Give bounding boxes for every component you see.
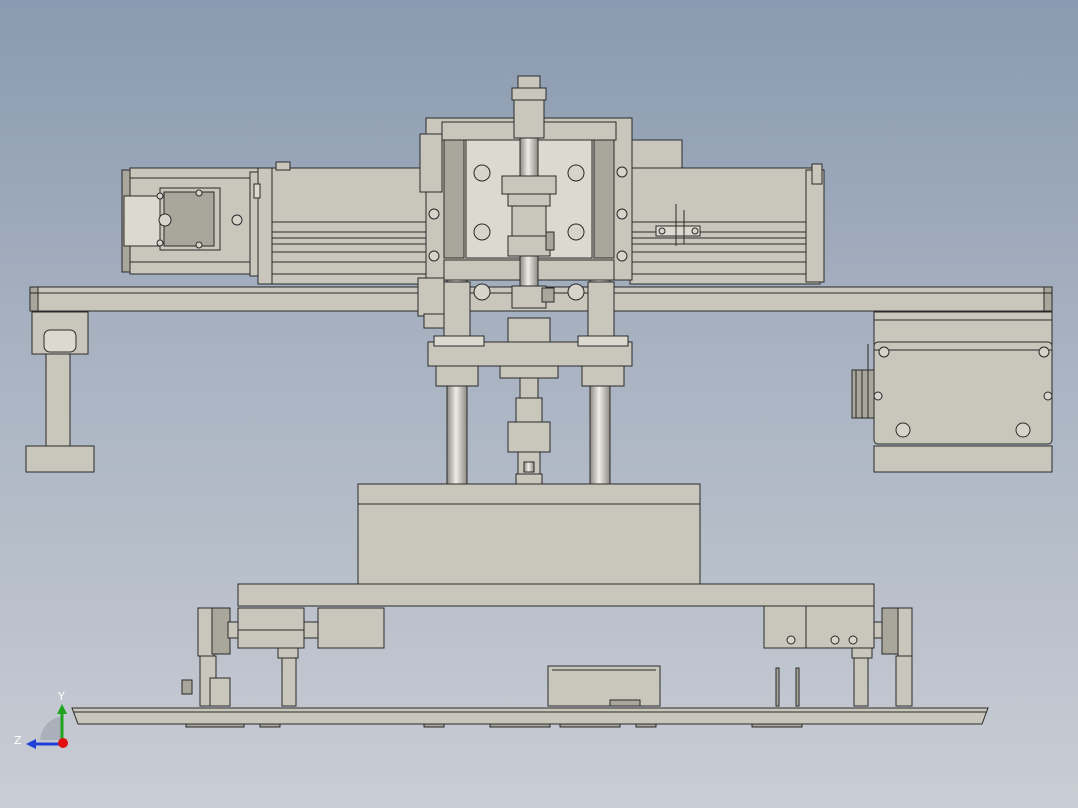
axis-triad: Y Z — [14, 690, 68, 749]
support-post-left — [25, 311, 95, 473]
linear-actuator-right — [629, 139, 825, 285]
controller-box-right — [851, 311, 1053, 473]
base-plate — [71, 707, 989, 728]
cad-viewport[interactable]: Y Z — [0, 0, 1078, 808]
clamp-right — [763, 605, 913, 707]
y-axis-arrowhead — [57, 704, 67, 714]
fixture-block — [357, 483, 701, 585]
z-axis-label: Z — [14, 734, 22, 747]
linear-actuator-left — [271, 161, 429, 285]
assembly-drawing: Y Z — [14, 75, 1053, 749]
servo-motor-left — [121, 167, 275, 285]
bridge-plate — [237, 583, 875, 607]
z-axis-arrowhead — [26, 739, 36, 749]
y-axis-label: Y — [57, 690, 65, 703]
clamp-left — [181, 607, 385, 707]
sensor-module — [547, 665, 661, 707]
origin-point — [58, 738, 68, 748]
